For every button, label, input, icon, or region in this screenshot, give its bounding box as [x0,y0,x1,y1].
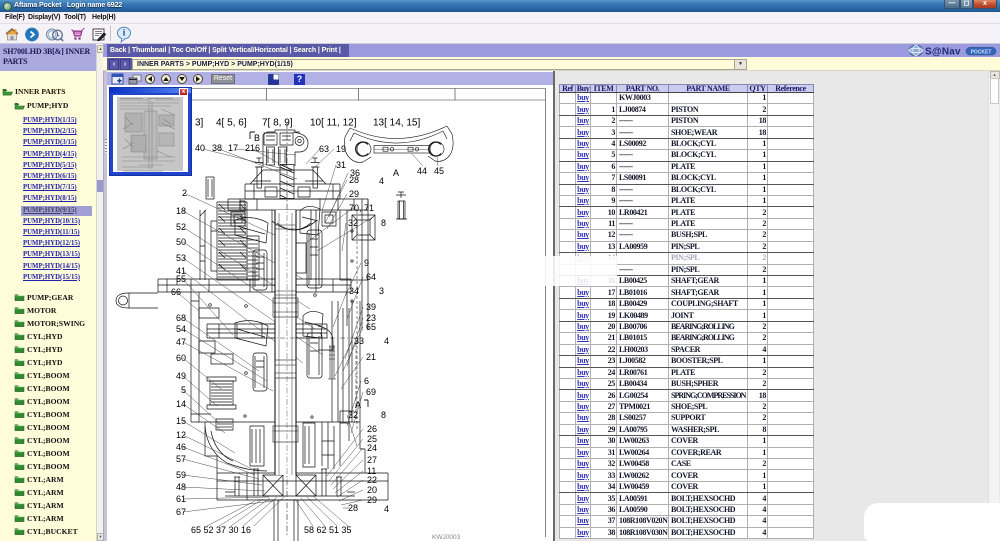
svg-text:8: 8 [381,410,386,420]
svg-text:61: 61 [176,494,186,504]
svg-text:14: 14 [176,399,186,409]
svg-text:64: 64 [366,272,376,282]
svg-text:B: B [254,133,260,143]
svg-text:59: 59 [176,470,186,480]
svg-text:18: 18 [176,206,186,216]
svg-text:A: A [393,168,399,178]
svg-text:12: 12 [176,430,186,440]
svg-text:57: 57 [176,454,186,464]
svg-text:POCKET: POCKET [971,49,992,55]
svg-text:2: 2 [182,188,187,198]
svg-text:54: 54 [176,324,186,334]
svg-text:55: 55 [176,274,186,284]
svg-text:28: 28 [348,503,358,513]
svg-text:10[ 11, 12]: 10[ 11, 12] [310,118,357,129]
svg-text:17: 17 [228,143,238,153]
svg-text:21: 21 [366,352,376,362]
svg-text:67: 67 [176,507,186,517]
svg-text:9: 9 [364,258,369,268]
svg-text:46: 46 [176,442,186,452]
svg-text:27: 27 [367,455,377,465]
svg-text:58 62 51 35: 58 62 51 35 [304,525,352,535]
svg-text:34: 34 [349,286,359,296]
svg-text:32: 32 [348,218,358,228]
svg-text:38: 38 [212,143,222,153]
svg-text:3: 3 [379,286,384,296]
svg-text:65: 65 [366,322,376,332]
svg-text:5: 5 [181,385,186,395]
svg-text:20: 20 [367,485,377,495]
svg-text:A: A [355,400,361,410]
svg-text:44: 44 [417,166,427,176]
svg-text:29: 29 [367,495,377,505]
svg-text:4: 4 [384,336,389,346]
svg-text:50: 50 [176,237,186,247]
svg-text:47: 47 [176,337,186,347]
svg-text:216: 216 [245,143,260,153]
svg-text:40: 40 [195,143,205,153]
svg-text:4: 4 [379,176,384,186]
svg-text:45: 45 [434,166,444,176]
svg-text:69: 69 [366,387,376,397]
svg-text:66: 66 [171,287,181,297]
svg-text:8: 8 [381,218,386,228]
svg-text:19: 19 [336,144,346,154]
svg-text:60: 60 [176,353,186,363]
svg-text:4: 4 [384,504,389,514]
svg-text:48: 48 [176,482,186,492]
svg-text:6: 6 [364,376,369,386]
svg-text:22: 22 [367,475,377,485]
svg-text:63: 63 [319,144,329,154]
svg-text:4[ 5, 6]: 4[ 5, 6] [216,118,247,129]
svg-text:65 52 37 30 16: 65 52 37 30 16 [191,525,251,535]
svg-text:15: 15 [176,416,186,426]
svg-text:3]: 3] [195,118,204,129]
svg-text:26: 26 [367,424,377,434]
svg-text:52: 52 [176,222,186,232]
svg-text:28: 28 [349,175,359,185]
svg-text:70, 71: 70, 71 [349,203,374,213]
svg-text:S@Nav: S@Nav [925,47,961,58]
svg-text:7[ 8, 9]: 7[ 8, 9] [262,118,293,129]
svg-text:29: 29 [349,189,359,199]
svg-text:39: 39 [366,302,376,312]
svg-text:68: 68 [176,313,186,323]
svg-text:31: 31 [336,160,346,170]
svg-text:KWJ0003: KWJ0003 [432,534,461,541]
svg-text:24: 24 [367,443,377,453]
svg-text:53: 53 [176,253,186,263]
svg-text:33: 33 [354,336,364,346]
svg-text:13[ 14, 15]: 13[ 14, 15] [373,118,420,129]
svg-text:49: 49 [176,371,186,381]
svg-text:32: 32 [348,410,358,420]
